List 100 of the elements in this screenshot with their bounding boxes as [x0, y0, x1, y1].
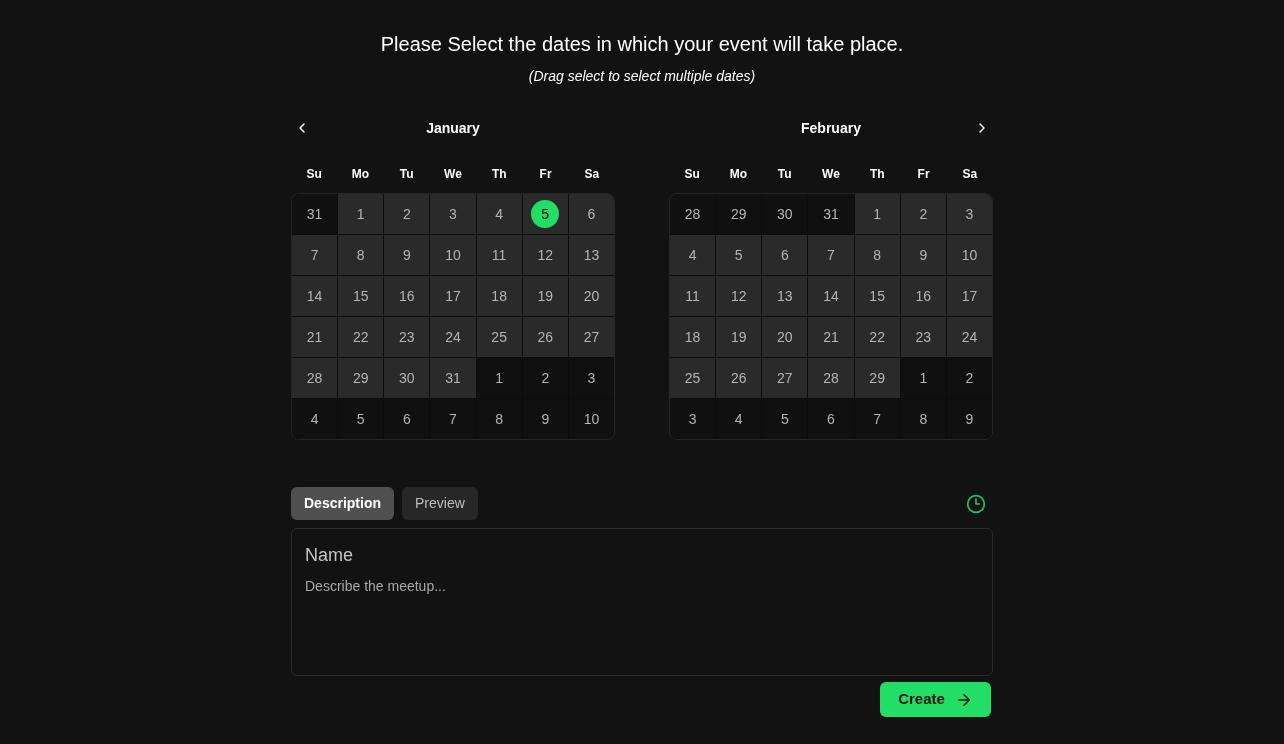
day-cell[interactable]: 24	[946, 317, 992, 357]
day-cell[interactable]: 9	[384, 235, 430, 275]
day-cell[interactable]: 25	[476, 317, 522, 357]
day-cell[interactable]: 8	[854, 235, 900, 275]
day-cell[interactable]: 4	[670, 235, 716, 275]
day-cell[interactable]: 5	[716, 235, 762, 275]
day-cell[interactable]: 15	[854, 276, 900, 316]
day-cell[interactable]: 4	[292, 399, 338, 439]
day-cell[interactable]: 26	[522, 317, 568, 357]
day-cell[interactable]: 4	[716, 399, 762, 439]
day-cell[interactable]: 22	[854, 317, 900, 357]
day-cell[interactable]: 30	[384, 358, 430, 398]
day-cell[interactable]: 16	[384, 276, 430, 316]
day-number: 25	[491, 327, 507, 347]
day-cell[interactable]: 4	[476, 194, 522, 234]
day-cell[interactable]: 19	[716, 317, 762, 357]
day-cell[interactable]: 8	[476, 399, 522, 439]
day-cell[interactable]: 14	[292, 276, 338, 316]
day-cell[interactable]: 11	[670, 276, 716, 316]
day-cell[interactable]: 24	[430, 317, 476, 357]
day-cell[interactable]: 26	[716, 358, 762, 398]
day-cell[interactable]: 21	[292, 317, 338, 357]
day-number: 31	[306, 204, 323, 224]
day-cell[interactable]: 1	[900, 358, 946, 398]
day-cell[interactable]: 21	[808, 317, 854, 357]
day-cell[interactable]: 8	[900, 399, 946, 439]
day-cell[interactable]: 31	[292, 194, 338, 234]
day-cell[interactable]: 6	[384, 399, 430, 439]
name-field[interactable]: Name	[305, 542, 979, 568]
day-cell[interactable]: 28	[808, 358, 854, 398]
day-cell[interactable]: 5	[522, 194, 568, 234]
day-cell[interactable]: 27	[762, 358, 808, 398]
day-cell[interactable]: 29	[854, 358, 900, 398]
day-cell[interactable]: 27	[568, 317, 614, 357]
day-cell[interactable]: 28	[670, 194, 716, 234]
editor-tab[interactable]: Description	[291, 487, 394, 520]
weekday-label: Fr	[539, 166, 552, 183]
day-cell[interactable]: 23	[900, 317, 946, 357]
day-cell[interactable]: 30	[762, 194, 808, 234]
day-cell[interactable]: 18	[476, 276, 522, 316]
day-cell[interactable]: 13	[568, 235, 614, 275]
day-cell[interactable]: 22	[338, 317, 384, 357]
day-cell[interactable]: 1	[476, 358, 522, 398]
day-cell[interactable]: 3	[946, 194, 992, 234]
day-cell[interactable]: 10	[568, 399, 614, 439]
day-cell[interactable]: 17	[430, 276, 476, 316]
day-number: 4	[734, 409, 743, 429]
description-editor[interactable]: Name Describe the meetup...	[291, 528, 993, 676]
day-cell[interactable]: 3	[568, 358, 614, 398]
day-cell[interactable]: 20	[762, 317, 808, 357]
day-cell[interactable]: 12	[716, 276, 762, 316]
day-cell[interactable]: 7	[430, 399, 476, 439]
day-cell[interactable]: 11	[476, 235, 522, 275]
day-cell[interactable]: 6	[568, 194, 614, 234]
day-cell[interactable]: 10	[946, 235, 992, 275]
day-cell[interactable]: 3	[670, 399, 716, 439]
day-cell[interactable]: 9	[946, 399, 992, 439]
day-cell[interactable]: 2	[522, 358, 568, 398]
day-cell[interactable]: 5	[338, 399, 384, 439]
day-cell[interactable]: 9	[900, 235, 946, 275]
day-cell[interactable]: 28	[292, 358, 338, 398]
day-cell[interactable]: 13	[762, 276, 808, 316]
create-button[interactable]: Create	[880, 682, 991, 717]
day-cell[interactable]: 3	[430, 194, 476, 234]
day-cell[interactable]: 5	[762, 399, 808, 439]
day-cell[interactable]: 1	[338, 194, 384, 234]
day-cell[interactable]: 10	[430, 235, 476, 275]
day-cell[interactable]: 18	[670, 317, 716, 357]
day-number: 5	[356, 409, 365, 429]
day-cell[interactable]: 29	[716, 194, 762, 234]
day-cell[interactable]: 9	[522, 399, 568, 439]
day-cell[interactable]: 7	[808, 235, 854, 275]
day-cell[interactable]: 23	[384, 317, 430, 357]
day-cell[interactable]: 6	[808, 399, 854, 439]
clock-button[interactable]	[966, 493, 986, 514]
day-cell[interactable]: 16	[900, 276, 946, 316]
editor-tab[interactable]: Preview	[402, 487, 478, 520]
day-cell[interactable]: 29	[338, 358, 384, 398]
day-number: 2	[402, 204, 411, 224]
day-cell[interactable]: 17	[946, 276, 992, 316]
day-cell[interactable]: 15	[338, 276, 384, 316]
day-cell[interactable]: 31	[808, 194, 854, 234]
day-cell[interactable]: 7	[292, 235, 338, 275]
day-cell[interactable]: 1	[854, 194, 900, 234]
description-field[interactable]: Describe the meetup...	[305, 576, 979, 667]
day-cell[interactable]: 12	[522, 235, 568, 275]
day-cell[interactable]: 2	[946, 358, 992, 398]
day-cell[interactable]: 2	[900, 194, 946, 234]
day-cell[interactable]: 25	[670, 358, 716, 398]
day-cell[interactable]: 7	[854, 399, 900, 439]
day-cell[interactable]: 2	[384, 194, 430, 234]
day-cell[interactable]: 20	[568, 276, 614, 316]
month-title: February	[801, 118, 861, 138]
day-cell[interactable]: 8	[338, 235, 384, 275]
day-cell[interactable]: 6	[762, 235, 808, 275]
day-cell[interactable]: 14	[808, 276, 854, 316]
day-number: 7	[827, 245, 835, 265]
day-number: 4	[310, 409, 319, 429]
day-cell[interactable]: 31	[430, 358, 476, 398]
day-cell[interactable]: 19	[522, 276, 568, 316]
